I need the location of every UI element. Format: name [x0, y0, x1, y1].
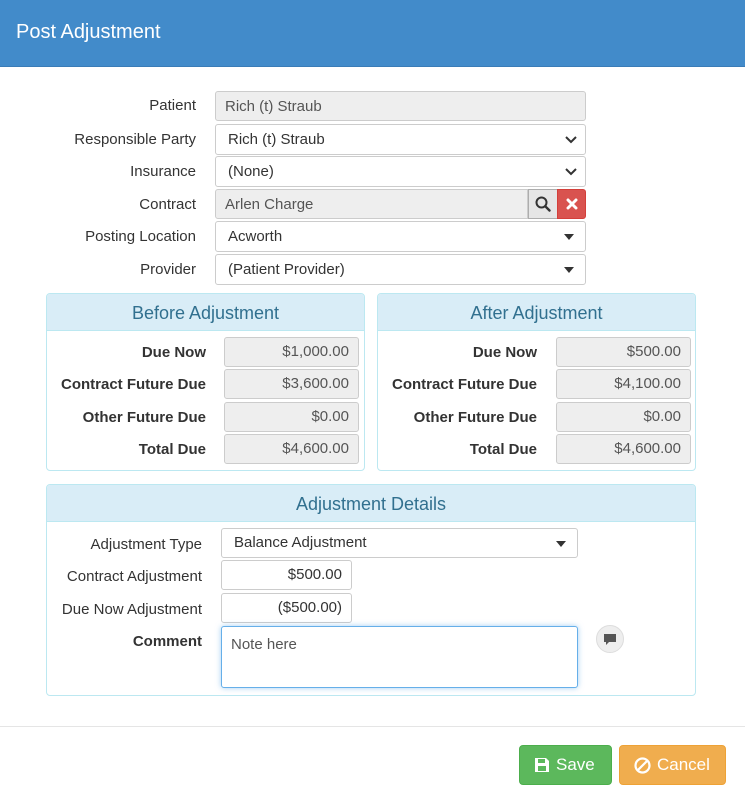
- chevron-down-icon: [565, 168, 577, 176]
- adjustment-type-value: Balance Adjustment: [234, 534, 367, 551]
- before-adjustment-title: Before Adjustment: [47, 294, 364, 331]
- before-contract-future-due-value: $3,600.00: [224, 369, 359, 399]
- insurance-select[interactable]: (None): [215, 156, 586, 187]
- before-contract-future-due-label: Contract Future Due: [60, 376, 206, 393]
- modal-title: Post Adjustment: [16, 21, 161, 43]
- patient-value: Rich (t) Straub: [225, 98, 322, 115]
- chevron-down-icon: [565, 136, 577, 144]
- after-other-future-due-value: $0.00: [556, 402, 691, 432]
- contract-value: Arlen Charge: [225, 196, 314, 213]
- responsible-party-value: Rich (t) Straub: [228, 131, 325, 148]
- due-now-adjustment-label: Due Now Adjustment: [61, 601, 202, 618]
- before-other-future-due-label: Other Future Due: [82, 409, 206, 426]
- responsible-party-select[interactable]: Rich (t) Straub: [215, 124, 586, 155]
- after-other-future-due-label: Other Future Due: [413, 409, 537, 426]
- after-contract-future-due-label: Contract Future Due: [391, 376, 537, 393]
- posting-location-value: Acworth: [228, 228, 283, 245]
- after-due-now-value: $500.00: [556, 337, 691, 367]
- before-total-due-value: $4,600.00: [224, 434, 359, 464]
- insurance-value: (None): [228, 163, 274, 180]
- after-total-due-label: Total Due: [469, 441, 537, 458]
- modal-header: Post Adjustment: [0, 0, 745, 67]
- contract-adjustment-value: $500.00: [287, 566, 342, 583]
- close-icon: [566, 198, 577, 210]
- before-adjustment-panel: Before Adjustment Due Now $1,000.00 Cont…: [46, 293, 365, 471]
- due-now-adjustment-input[interactable]: ($500.00): [221, 593, 352, 623]
- before-due-now-value: $1,000.00: [224, 337, 359, 367]
- search-icon: [535, 196, 551, 212]
- comment-textarea[interactable]: Note here: [221, 626, 578, 688]
- adjustment-type-select[interactable]: Balance Adjustment: [221, 528, 578, 558]
- insurance-label: Insurance: [130, 163, 196, 180]
- adjustment-details-title: Adjustment Details: [47, 485, 695, 522]
- patient-field: Rich (t) Straub: [215, 91, 586, 121]
- caret-down-icon: [564, 234, 574, 240]
- provider-select[interactable]: (Patient Provider): [215, 254, 586, 285]
- contract-search-button[interactable]: [528, 189, 557, 219]
- contract-remove-button[interactable]: [557, 189, 586, 219]
- comment-label: Comment: [132, 633, 202, 650]
- provider-value: (Patient Provider): [228, 261, 345, 278]
- contract-label: Contract: [139, 196, 196, 213]
- save-label: Save: [556, 755, 595, 774]
- contract-adjustment-input[interactable]: $500.00: [221, 560, 352, 590]
- after-due-now-label: Due Now: [472, 344, 537, 361]
- due-now-adjustment-value: ($500.00): [277, 599, 342, 616]
- patient-label: Patient: [149, 97, 196, 114]
- before-other-future-due-value: $0.00: [224, 402, 359, 432]
- after-contract-future-due-value: $4,100.00: [556, 369, 691, 399]
- posting-location-label: Posting Location: [85, 228, 196, 245]
- before-due-now-label: Due Now: [141, 344, 206, 361]
- after-total-due-value: $4,600.00: [556, 434, 691, 464]
- provider-label: Provider: [140, 261, 196, 278]
- after-adjustment-panel: After Adjustment Due Now $500.00 Contrac…: [377, 293, 696, 471]
- cancel-button[interactable]: Cancel: [619, 745, 726, 785]
- comment-icon: [604, 633, 616, 645]
- responsible-party-label: Responsible Party: [74, 131, 196, 148]
- adjustment-type-label: Adjustment Type: [90, 536, 202, 553]
- after-adjustment-title: After Adjustment: [378, 294, 695, 331]
- cancel-label: Cancel: [657, 755, 710, 774]
- comment-value: Note here: [231, 636, 297, 653]
- contract-adjustment-label: Contract Adjustment: [66, 568, 202, 585]
- before-total-due-label: Total Due: [138, 441, 206, 458]
- posting-location-select[interactable]: Acworth: [215, 221, 586, 252]
- comment-button[interactable]: [596, 625, 624, 653]
- caret-down-icon: [556, 541, 566, 547]
- caret-down-icon: [564, 267, 574, 273]
- save-button[interactable]: Save: [519, 745, 612, 785]
- contract-field: Arlen Charge: [215, 189, 528, 219]
- footer-divider: [0, 726, 745, 727]
